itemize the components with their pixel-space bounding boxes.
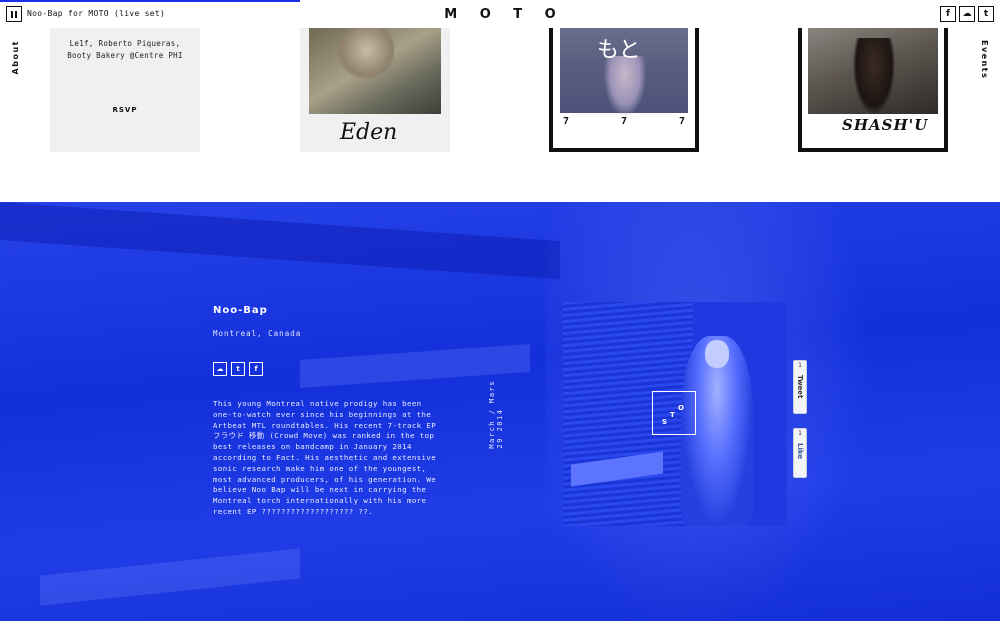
- soundcloud-icon[interactable]: ☁: [959, 6, 975, 22]
- artist-name: Noo-Bap: [213, 305, 268, 316]
- artist-social-links: ☁ t f: [213, 362, 263, 376]
- artist-location: Montreal, Canada: [213, 329, 302, 338]
- artist-signature: SHASH'U: [842, 116, 929, 134]
- artist-card[interactable]: もと 7 7 7: [549, 28, 699, 152]
- like-label: Like: [796, 443, 804, 460]
- site-logo[interactable]: M O T O: [0, 7, 1000, 22]
- events-link[interactable]: Events: [980, 40, 989, 79]
- twitter-icon[interactable]: t: [231, 362, 245, 376]
- moto-logo-mark: S T O: [652, 391, 696, 435]
- event-date: March / Mars 29 2014: [488, 380, 504, 449]
- event-card[interactable]: Le1f, Roberto Piqueras, Booty Bakery @Ce…: [50, 28, 200, 152]
- artist-photo: [309, 28, 441, 114]
- facebook-icon[interactable]: f: [940, 6, 956, 22]
- playback-progress-bar[interactable]: [0, 0, 300, 2]
- event-lineup: Le1f, Roberto Piqueras, Booty Bakery @Ce…: [67, 39, 183, 60]
- like-button[interactable]: 1 Like: [793, 428, 807, 478]
- soundcloud-icon[interactable]: ☁: [213, 362, 227, 376]
- artist-photo: [808, 28, 938, 114]
- artwork-head: [705, 340, 729, 368]
- twitter-icon[interactable]: t: [978, 6, 994, 22]
- artist-signature: Eden: [340, 120, 398, 145]
- tweet-label: Tweet: [796, 375, 804, 399]
- facebook-icon[interactable]: f: [249, 362, 263, 376]
- header-social-links: f ☁ t: [940, 6, 994, 22]
- tweet-button[interactable]: 1 Tweet: [793, 360, 807, 414]
- artist-card[interactable]: SHASH'U: [798, 28, 948, 152]
- artist-bio: This young Montreal native prodigy has b…: [213, 399, 437, 516]
- like-count: 1: [798, 430, 802, 437]
- about-link[interactable]: About: [11, 40, 20, 74]
- artist-card[interactable]: Eden: [300, 28, 450, 152]
- featured-artist-section: Noo-Bap Montreal, Canada ☁ t f This youn…: [0, 202, 1000, 621]
- card-marks: 7 7 7: [563, 116, 685, 127]
- tweet-count: 1: [798, 362, 802, 369]
- photo-caption: もと: [597, 38, 641, 63]
- rsvp-button[interactable]: RSVP: [50, 106, 200, 114]
